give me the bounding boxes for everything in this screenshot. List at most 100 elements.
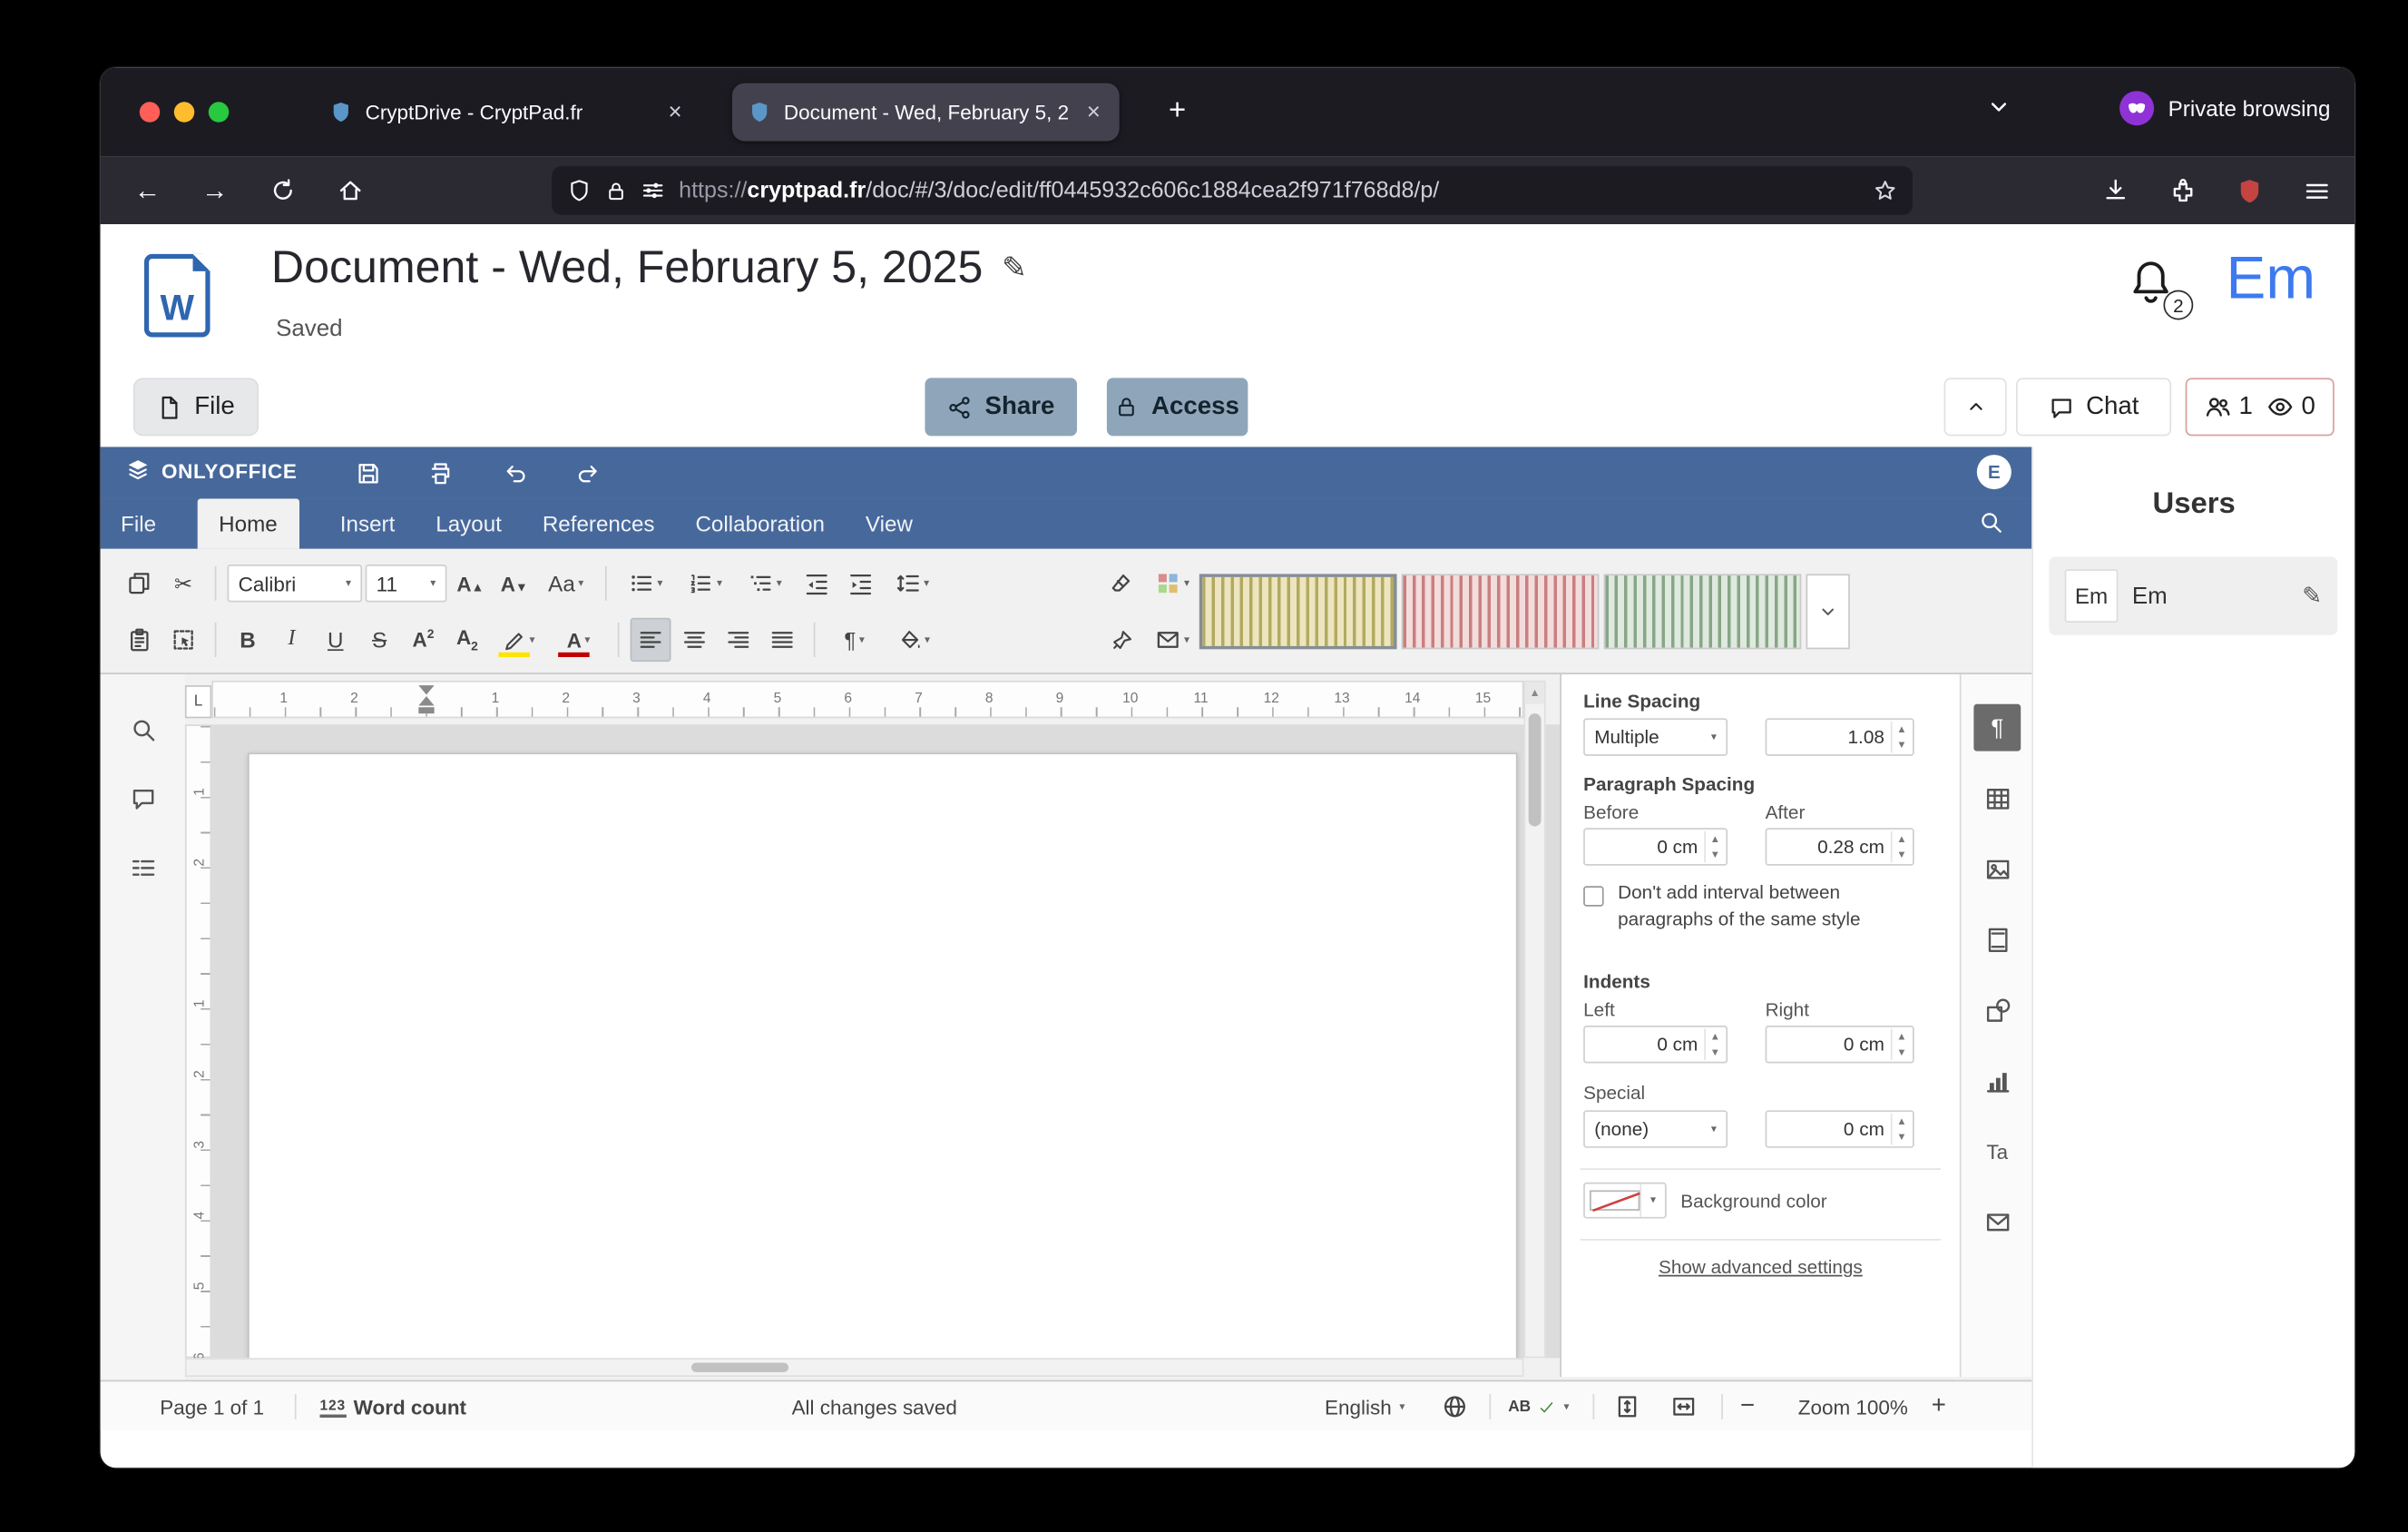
connection-lock-icon[interactable]: [605, 180, 627, 201]
copy-style-button[interactable]: [1101, 618, 1141, 662]
mail-merge-button[interactable]: ▾: [1144, 618, 1200, 662]
shading-button[interactable]: ▾: [886, 618, 942, 662]
horizontal-scrollbar[interactable]: [185, 1358, 1524, 1377]
minimize-window-button[interactable]: [174, 102, 194, 122]
first-line-indent-marker[interactable]: [418, 685, 434, 694]
vertical-scroll-thumb[interactable]: [1529, 713, 1542, 826]
menu-tab-layout[interactable]: Layout: [436, 498, 502, 548]
vertical-scrollbar[interactable]: ▲: [1523, 681, 1545, 1358]
paste-button[interactable]: [119, 618, 160, 662]
account-button[interactable]: Em: [2227, 246, 2315, 313]
menu-tab-home[interactable]: Home: [197, 498, 299, 548]
align-center-button[interactable]: [674, 618, 715, 662]
collapse-toolbar-button[interactable]: [1944, 378, 2007, 436]
comments-icon[interactable]: [121, 776, 164, 820]
italic-button[interactable]: I: [271, 618, 312, 662]
decrease-font-button[interactable]: A▼: [494, 562, 534, 605]
word-count-button[interactable]: 123 Word count: [319, 1381, 466, 1431]
font-color-button[interactable]: A▾: [550, 618, 606, 662]
maximize-window-button[interactable]: [209, 102, 229, 122]
notifications-bell-icon[interactable]: 2: [2126, 257, 2182, 313]
chart-settings-tab[interactable]: [1973, 1057, 2021, 1105]
increase-indent-button[interactable]: [840, 562, 881, 605]
zoom-in-button[interactable]: +: [1932, 1381, 1946, 1431]
close-window-button[interactable]: [140, 102, 160, 122]
line-spacing-button[interactable]: ▾: [885, 562, 941, 605]
access-button[interactable]: Access: [1107, 378, 1248, 436]
share-button[interactable]: Share: [925, 378, 1077, 436]
background-color-picker[interactable]: ▾: [1583, 1183, 1667, 1219]
underline-button[interactable]: U: [315, 618, 356, 662]
document-page[interactable]: [248, 752, 1518, 1358]
navigation-headings-icon[interactable]: [121, 845, 164, 889]
edit-user-pencil-icon[interactable]: ✎: [2302, 582, 2322, 610]
font-size-select[interactable]: 11▾: [366, 565, 447, 602]
menu-tab-insert[interactable]: Insert: [340, 498, 396, 548]
superscript-button[interactable]: A2: [403, 618, 444, 662]
permissions-sliders-icon[interactable]: [641, 179, 665, 202]
new-tab-button[interactable]: +: [1154, 88, 1201, 135]
table-settings-tab[interactable]: [1973, 775, 2021, 822]
page-indicator[interactable]: Page 1 of 1: [160, 1381, 264, 1431]
line-spacing-value-spinner[interactable]: 1.08▲▼: [1766, 718, 1914, 755]
home-icon[interactable]: [323, 166, 377, 215]
menu-tab-file[interactable]: File: [121, 498, 156, 548]
indent-right-spinner[interactable]: 0 cm▲▼: [1766, 1026, 1914, 1063]
style-gallery-expand-button[interactable]: [1806, 574, 1849, 649]
edit-title-pencil-icon[interactable]: ✎: [1002, 250, 1027, 287]
bookmark-star-icon[interactable]: [1874, 179, 1897, 202]
browser-tab-cryptdrive[interactable]: CryptDrive - CryptPad.fr ×: [314, 83, 701, 142]
style-preview-2[interactable]: [1402, 574, 1600, 649]
menu-hamburger-icon[interactable]: [2290, 166, 2344, 215]
user-list-item[interactable]: Em Em ✎: [2049, 556, 2337, 634]
indent-left-spinner[interactable]: 0 cm▲▼: [1583, 1026, 1728, 1063]
fit-page-button[interactable]: [1615, 1381, 1640, 1431]
set-language-globe-icon[interactable]: [1443, 1381, 1468, 1431]
image-settings-tab[interactable]: [1973, 845, 2021, 892]
language-select[interactable]: English▾: [1325, 1381, 1405, 1431]
browser-tab-document[interactable]: Document - Wed, February 5, 2 ×: [732, 83, 1120, 142]
increase-font-button[interactable]: A▲: [450, 562, 491, 605]
change-case-button[interactable]: Aa▾: [538, 562, 594, 605]
redo-icon[interactable]: [567, 457, 608, 491]
menu-tab-collaboration[interactable]: Collaboration: [695, 498, 825, 548]
select-all-button[interactable]: [163, 618, 204, 662]
paragraph-settings-tab[interactable]: ¶: [1973, 704, 2021, 751]
reload-icon[interactable]: [256, 166, 309, 215]
menu-tab-view[interactable]: View: [866, 498, 913, 548]
advanced-settings-link[interactable]: Show advanced settings: [1561, 1256, 1960, 1278]
decrease-indent-button[interactable]: [797, 562, 837, 605]
bullet-list-button[interactable]: ▾: [618, 562, 674, 605]
fit-width-button[interactable]: [1671, 1381, 1697, 1431]
nonprinting-characters-button[interactable]: ¶▾: [827, 618, 883, 662]
print-icon[interactable]: [420, 457, 461, 491]
strikethrough-button[interactable]: S: [359, 618, 400, 662]
editor-search-icon[interactable]: [1979, 510, 2004, 535]
style-preview-3[interactable]: [1604, 574, 1802, 649]
copy-button[interactable]: [119, 562, 160, 605]
list-all-tabs-icon[interactable]: [1984, 93, 2012, 121]
quick-save-icon[interactable]: [348, 457, 389, 491]
header-footer-settings-tab[interactable]: [1973, 916, 2021, 963]
find-search-icon[interactable]: [121, 707, 164, 751]
file-menu-button[interactable]: File: [133, 378, 259, 436]
back-icon[interactable]: ←: [121, 166, 174, 215]
special-value-spinner[interactable]: 0 cm▲▼: [1766, 1110, 1914, 1147]
textart-settings-tab[interactable]: Ta: [1973, 1127, 2021, 1174]
line-spacing-select[interactable]: Multiple▾: [1583, 718, 1728, 755]
color-scheme-button[interactable]: ▾: [1144, 562, 1200, 605]
zoom-level[interactable]: Zoom 100%: [1787, 1381, 1919, 1431]
tab-close-icon[interactable]: ×: [1083, 99, 1103, 125]
extensions-icon[interactable]: [2156, 166, 2209, 215]
clear-style-button[interactable]: [1101, 562, 1141, 605]
spell-check-button[interactable]: AB ▾: [1508, 1381, 1569, 1431]
multilevel-list-button[interactable]: ▾: [737, 562, 793, 605]
document-title[interactable]: Document - Wed, February 5, 2025 ✎: [271, 243, 1027, 295]
style-preview-1[interactable]: [1199, 574, 1397, 649]
downloads-icon[interactable]: [2089, 166, 2142, 215]
left-margin-marker[interactable]: [418, 707, 434, 713]
tracking-shield-icon[interactable]: [567, 179, 591, 202]
spacing-before-spinner[interactable]: 0 cm▲▼: [1583, 828, 1728, 865]
shape-settings-tab[interactable]: [1973, 987, 2021, 1034]
zoom-out-button[interactable]: −: [1740, 1381, 1755, 1431]
